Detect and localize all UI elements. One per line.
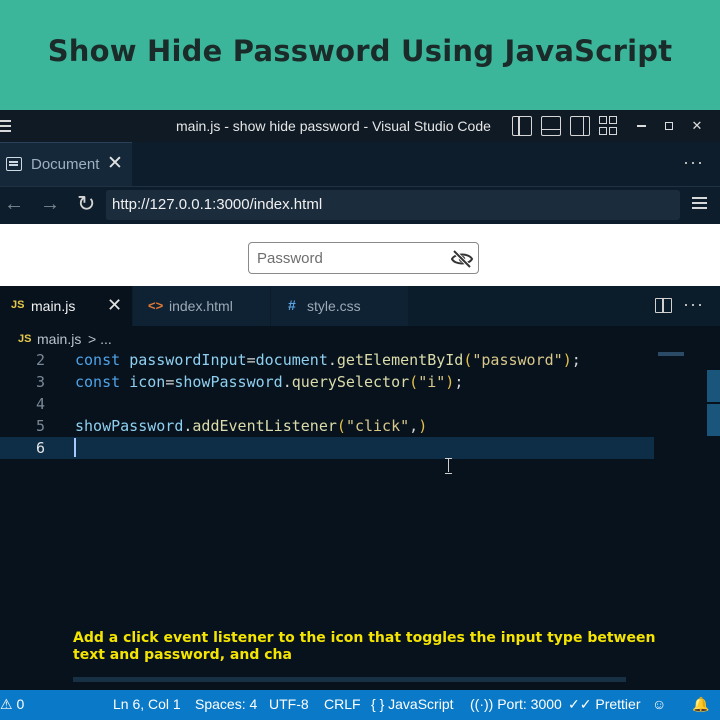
window-title: main.js - show hide password - Visual St…: [176, 118, 491, 134]
minimize-icon: [636, 125, 646, 127]
tab-label: main.js: [31, 298, 76, 314]
close-window-button[interactable]: ✕: [686, 116, 708, 136]
window-controls: ✕: [630, 116, 708, 136]
line-number: 4: [35, 395, 45, 413]
prettier-formatter[interactable]: ✓✓ Prettier: [568, 696, 640, 713]
javascript-file-icon: JS: [18, 333, 32, 345]
code-text: const icon=showPassword.querySelector("i…: [75, 373, 464, 391]
url-text: http://127.0.0.1:3000/index.html: [112, 196, 323, 213]
customize-layout-icon[interactable]: [599, 116, 619, 136]
tab-label: index.html: [169, 298, 233, 314]
code-line: 3 const icon=showPassword.querySelector(…: [0, 371, 654, 393]
layout-controls: [512, 116, 619, 136]
more-actions-icon[interactable]: ···: [683, 152, 704, 173]
code-editor[interactable]: 2 const passwordInput=document.getElemen…: [0, 349, 720, 682]
cursor-position[interactable]: Ln 6, Col 1: [113, 696, 181, 712]
live-server-port[interactable]: ((·)) Port: 3000: [470, 696, 562, 712]
reload-icon[interactable]: ↻: [77, 191, 95, 217]
maximize-button[interactable]: [658, 116, 680, 136]
breadcrumb-file[interactable]: main.js: [37, 331, 81, 347]
minimize-button[interactable]: [630, 116, 652, 136]
editor-tab-bar: JS main.js ✕ <> index.html # style.css ·…: [0, 286, 720, 326]
code-line: 5 showPassword.addEventListener("click",…: [0, 415, 654, 437]
browser-menu-icon[interactable]: [692, 197, 707, 212]
encoding[interactable]: UTF-8: [269, 696, 309, 712]
braces-icon: { }: [371, 696, 385, 712]
formatter-label: Prettier: [595, 696, 641, 712]
text-caret: [74, 438, 76, 457]
tutorial-caption: Add a click event listener to the icon t…: [73, 630, 656, 663]
browser-tab-label: Document: [31, 156, 100, 173]
double-check-icon: ✓✓: [568, 696, 592, 712]
page-preview: Password: [0, 224, 720, 286]
line-number: 3: [35, 373, 45, 391]
vscode-title-bar: main.js - show hide password - Visual St…: [0, 110, 720, 142]
tab-main-js[interactable]: JS main.js ✕: [0, 286, 132, 326]
indentation[interactable]: Spaces: 4: [195, 696, 257, 712]
code-line: 2 const passwordInput=document.getElemen…: [0, 349, 654, 371]
browser-tab-strip: Document ✕ ···: [0, 142, 720, 186]
language-label: JavaScript: [388, 696, 454, 712]
video-banner: Show Hide Password Using JavaScript: [0, 0, 720, 110]
password-placeholder: Password: [257, 250, 323, 267]
more-actions-icon[interactable]: ···: [683, 294, 704, 315]
url-input[interactable]: http://127.0.0.1:3000/index.html: [106, 190, 680, 220]
code-text: showPassword.addEventListener("click",): [75, 417, 428, 435]
editor-scrollbar[interactable]: [704, 352, 720, 452]
status-bar: ⚠ 0 Ln 6, Col 1 Spaces: 4 UTF-8 CRLF { }…: [0, 690, 720, 720]
code-line: 4: [0, 393, 654, 415]
line-number: 2: [35, 351, 45, 369]
broadcast-icon: ((·)): [470, 696, 494, 712]
tab-index-html[interactable]: <> index.html: [133, 286, 270, 326]
current-code-line: 6: [0, 437, 654, 459]
close-icon[interactable]: ✕: [107, 295, 122, 316]
banner-title: Show Hide Password Using JavaScript: [47, 34, 673, 68]
browser-address-bar: ← → ↻ http://127.0.0.1:3000/index.html: [0, 186, 720, 224]
css-file-icon: #: [288, 297, 296, 313]
code-text: const passwordInput=document.getElementB…: [75, 351, 581, 369]
browser-tab-document[interactable]: Document ✕: [0, 142, 132, 186]
problems-count-value: 0: [16, 696, 25, 712]
split-editor-icon[interactable]: [655, 298, 672, 313]
back-arrow-icon[interactable]: ←: [4, 193, 24, 216]
toggle-panel-icon[interactable]: [541, 116, 561, 136]
javascript-file-icon: JS: [11, 299, 25, 311]
notifications-bell-icon[interactable]: 🔔: [692, 696, 709, 713]
warning-icon: ⚠: [0, 696, 13, 712]
breadcrumb-symbol[interactable]: > ...: [88, 331, 112, 347]
toggle-primary-sidebar-icon[interactable]: [512, 116, 532, 136]
html-file-icon: <>: [148, 298, 164, 313]
port-label: Port: 3000: [497, 696, 562, 712]
hamburger-menu-icon[interactable]: [0, 117, 12, 135]
maximize-icon: [665, 122, 673, 130]
close-icon[interactable]: ✕: [107, 152, 123, 175]
password-input[interactable]: Password: [248, 242, 479, 274]
i-beam-cursor-icon: [445, 458, 452, 474]
problems-count[interactable]: ⚠ 0: [0, 696, 24, 713]
feedback-icon[interactable]: ☺: [652, 696, 666, 712]
browser-page-icon: [6, 157, 22, 171]
line-number: 6: [35, 439, 45, 457]
language-mode[interactable]: { } JavaScript: [371, 696, 454, 712]
forward-arrow-icon[interactable]: →: [40, 193, 60, 216]
minimap[interactable]: [658, 352, 684, 356]
line-number: 5: [35, 417, 45, 435]
tab-label: style.css: [307, 298, 361, 314]
eye-slash-icon[interactable]: [450, 249, 474, 269]
toggle-secondary-sidebar-icon[interactable]: [570, 116, 590, 136]
end-of-line[interactable]: CRLF: [324, 696, 361, 712]
tab-style-css[interactable]: # style.css: [271, 286, 408, 326]
